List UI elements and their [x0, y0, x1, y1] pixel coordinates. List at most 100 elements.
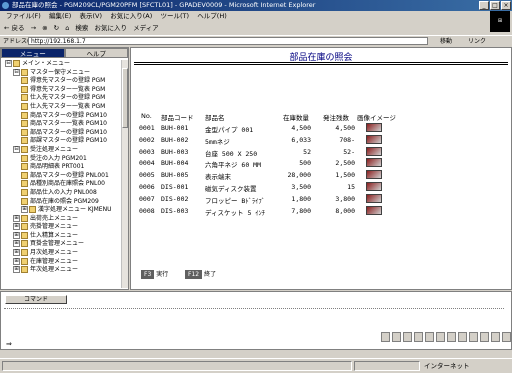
- cell-order: 4,500: [335, 124, 355, 132]
- ime-icon[interactable]: [392, 332, 401, 342]
- ime-icon[interactable]: [458, 332, 467, 342]
- refresh-icon[interactable]: ↻: [54, 24, 59, 32]
- expand-icon[interactable]: ⊟: [5, 60, 12, 67]
- expand-icon[interactable]: ⊞: [13, 249, 20, 257]
- tab-help[interactable]: ヘルプ: [64, 48, 128, 58]
- tree-scrollbar[interactable]: [121, 60, 128, 288]
- ime-icon[interactable]: [436, 332, 445, 342]
- ime-icon[interactable]: [414, 332, 423, 342]
- tree-item-label: 出荷売上メニュー: [30, 214, 79, 222]
- f3-execute-button[interactable]: F3 実行: [141, 270, 168, 279]
- expand-icon[interactable]: ⊞: [13, 266, 20, 274]
- folder-icon: [21, 231, 28, 239]
- cell-name: 六角平ネジ 60 MM: [205, 161, 261, 170]
- title-divider: [134, 64, 508, 65]
- folder-icon: [21, 240, 28, 248]
- tree-item[interactable]: 受注の入力 PGM201: [1, 154, 122, 164]
- tree-item[interactable]: ⊞ 年次処理メニュー: [1, 266, 122, 275]
- tree-item[interactable]: ⊟ 受注処理メニュー: [1, 145, 122, 155]
- search-button[interactable]: 検索: [75, 24, 88, 32]
- menu-tools[interactable]: ツール(T): [161, 12, 190, 20]
- tree-item[interactable]: 部品仕入の入力 PNL008: [1, 188, 122, 198]
- tree-item[interactable]: 品種別商品在庫照会 PNL00: [1, 180, 122, 189]
- forward-button[interactable]: →: [31, 24, 36, 32]
- part-image[interactable]: [366, 146, 382, 156]
- tab-menu[interactable]: メニュー: [1, 48, 65, 58]
- cell-stock: 4,500: [291, 124, 311, 132]
- tree-item[interactable]: ⊞ 買掛金管理メニュー: [1, 240, 122, 249]
- menu-view[interactable]: 表示(V): [79, 12, 102, 20]
- status-bar: インターネット: [0, 358, 512, 373]
- media-button[interactable]: メディア: [133, 24, 159, 32]
- security-zone: インターネット: [424, 362, 470, 370]
- tree-item[interactable]: ⊞ 月次処理メニュー: [1, 249, 122, 258]
- ime-icon[interactable]: [403, 332, 412, 342]
- tree-item[interactable]: 商品マスターの登録 PGM10: [1, 111, 122, 121]
- part-image[interactable]: [366, 170, 382, 180]
- command-prompt: ⇒: [6, 340, 12, 348]
- cell-no: 0006: [139, 183, 155, 191]
- part-image[interactable]: [366, 123, 382, 132]
- expand-icon[interactable]: ⊞: [13, 257, 20, 265]
- expand-icon[interactable]: ⊞: [13, 223, 20, 231]
- tree-item[interactable]: 部品在庫の照会 PGM209: [1, 197, 122, 207]
- close-button[interactable]: ×: [501, 1, 511, 10]
- tree-item[interactable]: ⊞ 在庫管理メニュー: [1, 257, 122, 267]
- tree-item[interactable]: 仕入先マスターの登録 PGM: [1, 94, 122, 103]
- part-image[interactable]: [366, 134, 382, 144]
- tree-item[interactable]: 商品明細表 PRT001: [1, 163, 122, 172]
- minimize-button[interactable]: _: [479, 1, 489, 10]
- tree-item[interactable]: 商品マスター一覧表 PGM10: [1, 120, 122, 129]
- tree-item[interactable]: ⊟ メイン・メニュー: [1, 60, 122, 69]
- ime-icon[interactable]: [425, 332, 434, 342]
- folder-icon: [21, 85, 28, 93]
- expand-icon[interactable]: ⊟: [13, 145, 20, 153]
- ime-icon[interactable]: [502, 332, 511, 342]
- cell-no: 0005: [139, 171, 155, 180]
- tree-item[interactable]: ⊟ マスター保守メニュー: [1, 68, 122, 78]
- menu-edit[interactable]: 編集(E): [49, 12, 71, 20]
- expand-icon[interactable]: ⊞: [21, 206, 28, 214]
- ime-icon[interactable]: [381, 332, 390, 342]
- part-image[interactable]: [366, 205, 382, 215]
- tree-item-label: マスター保守メニュー: [30, 68, 91, 76]
- cell-stock: 28,000: [287, 171, 311, 180]
- cell-name: フロッピー Bﾄﾞﾗｲﾌﾞ: [205, 196, 265, 205]
- menu-help[interactable]: ヘルプ(H): [197, 12, 226, 20]
- tree-item[interactable]: 部課マスターの登録 PGM10: [1, 137, 122, 146]
- tree-item[interactable]: ⊞ 出荷売上メニュー: [1, 214, 122, 224]
- expand-icon[interactable]: ⊞: [13, 231, 20, 239]
- expand-icon[interactable]: ⊞: [13, 214, 20, 222]
- part-image[interactable]: [366, 158, 382, 168]
- expand-icon[interactable]: ⊟: [13, 68, 20, 76]
- cell-stock: 3,500: [291, 183, 311, 191]
- go-button[interactable]: 移動: [440, 36, 452, 47]
- tree-item[interactable]: 仕入先マスター一覧表 PGM: [1, 102, 122, 112]
- part-image[interactable]: [366, 182, 382, 191]
- expand-icon[interactable]: ⊞: [13, 240, 20, 248]
- back-button[interactable]: ← 戻る: [4, 24, 25, 32]
- address-input[interactable]: http://192.168.1.7: [28, 37, 428, 45]
- menu-favorites[interactable]: お気に入り(A): [110, 12, 152, 20]
- tree-item-label: 受注の入力 PGM201: [30, 154, 87, 162]
- cell-no: 0001: [139, 124, 155, 132]
- tree-item[interactable]: ⊞ 売掛管理メニュー: [1, 223, 122, 232]
- folder-icon: [21, 137, 28, 145]
- tree-item[interactable]: 得意先マスターの登録 PGM: [1, 77, 122, 86]
- tree-item-label: 仕入先マスターの登録 PGM: [30, 94, 106, 102]
- ime-icon[interactable]: [469, 332, 478, 342]
- tree-item[interactable]: ⊞ 漢字処理メニュー KJMENU: [1, 206, 122, 215]
- ime-icon[interactable]: [480, 332, 489, 342]
- command-button[interactable]: コマンド: [5, 295, 67, 304]
- maximize-button[interactable]: □: [490, 1, 500, 10]
- home-icon[interactable]: ⌂: [65, 24, 69, 32]
- ime-icon[interactable]: [447, 332, 456, 342]
- links-button[interactable]: リンク: [468, 36, 486, 47]
- part-image[interactable]: [366, 193, 382, 203]
- ime-icon[interactable]: [491, 332, 500, 342]
- folder-icon: [21, 94, 28, 102]
- menu-file[interactable]: ファイル(F): [6, 12, 41, 20]
- stop-icon[interactable]: ⊗: [42, 24, 47, 32]
- favorites-button[interactable]: お気に入り: [94, 24, 127, 32]
- f12-exit-button[interactable]: F12 終了: [185, 270, 216, 279]
